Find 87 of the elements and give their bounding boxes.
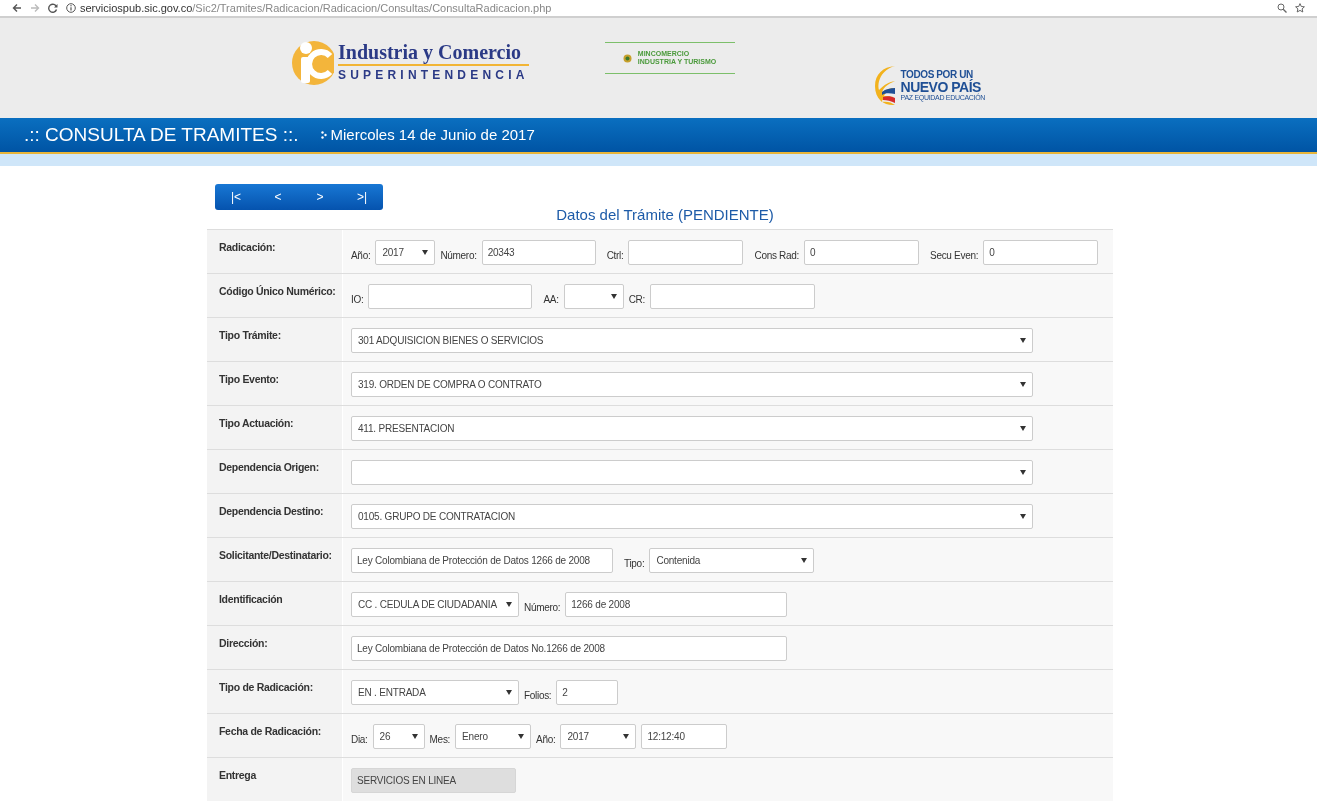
back-arrow-icon[interactable]: [12, 3, 22, 13]
field-label: Dia:: [351, 732, 368, 747]
star-icon[interactable]: [1295, 3, 1305, 13]
dropdown-field[interactable]: 411. PRESENTACION: [351, 415, 1033, 441]
url-path[interactable]: /Sic2/Tramites/Radicacion/Radicacion/Consultas/ConsultaRadicacion.php: [192, 1, 552, 14]
field-label: Fecha de Radicación:: [207, 713, 343, 757]
slogan-text: TODOS POR UN: [900, 70, 973, 81]
caret-icon: [506, 601, 512, 607]
input-field[interactable]: 20343: [481, 239, 596, 265]
dropdown-field[interactable]: CC . CEDULA DE CIUDADANIA: [351, 591, 519, 617]
field-label: Año:: [536, 732, 556, 747]
logo-title: Industria y Comercio: [338, 42, 529, 66]
ministry-seal-icon: [622, 53, 632, 63]
caret-icon: [422, 249, 429, 255]
field-label: Radicación:: [207, 229, 343, 273]
dropdown-field[interactable]: 0105. GRUPO DE CONTRATACION: [351, 503, 1033, 529]
caret-icon: [518, 733, 525, 739]
logo-subtitle: SUPERINTENDENCIA: [338, 67, 529, 84]
field-label: Folios:: [524, 688, 552, 703]
caret-icon: [801, 557, 808, 563]
dropdown-field[interactable]: EN . ENTRADA: [351, 679, 519, 705]
field-label: Tipo:: [624, 556, 645, 571]
field-label: Cons Rad:: [754, 248, 799, 263]
dropdown-field[interactable]: Enero: [455, 723, 532, 749]
field-label: IO:: [351, 292, 364, 307]
field-label: Ctrl:: [606, 248, 624, 263]
pager-button[interactable]: <: [257, 184, 299, 210]
input-field[interactable]: 12:12:40: [641, 723, 728, 749]
field-label: Dependencia Destino:: [207, 493, 343, 537]
caret-icon: [1020, 337, 1026, 343]
caret-icon: [1020, 469, 1026, 475]
input-field[interactable]: 0: [983, 239, 1099, 265]
field-label: Dirección:: [207, 625, 343, 669]
dropdown-field[interactable]: 2017: [560, 723, 637, 749]
reload-icon[interactable]: [48, 3, 58, 13]
input-field[interactable]: Ley Colombiana de Protección de Datos No.1266 de 2008: [351, 635, 787, 661]
pager-button[interactable]: >: [299, 184, 341, 210]
field-label: Año:: [351, 248, 371, 263]
slogan-text: NUEVO PAÍS: [900, 80, 981, 95]
caret-icon: [623, 733, 630, 739]
dropdown-field[interactable]: Contenida: [649, 547, 815, 573]
caret-icon: [411, 733, 418, 739]
current-date: Miercoles 14 de Junio de 2017: [330, 124, 535, 145]
dropdown-field[interactable]: 26: [372, 723, 425, 749]
zoom-icon[interactable]: [1277, 3, 1287, 13]
caret-icon: [1020, 513, 1026, 519]
field-label: Número:: [524, 600, 561, 615]
input-field[interactable]: [368, 283, 533, 309]
field-label: Dependencia Origen:: [207, 449, 343, 493]
flag-swoosh-icon: [872, 64, 897, 108]
dropdown-field[interactable]: 301 ADQUISICION BIENES O SERVICIOS: [351, 327, 1033, 353]
dropdown-field[interactable]: [563, 283, 624, 309]
pager-button[interactable]: |<: [215, 184, 257, 210]
page-title: .:: CONSULTA DE TRAMITES ::.: [24, 122, 299, 147]
input-field[interactable]: 0: [804, 239, 919, 265]
dropdown-field[interactable]: 319. ORDEN DE COMPRA O CONTRATO: [351, 371, 1033, 397]
field-label: Entrega: [207, 757, 343, 801]
dropdown-field[interactable]: [351, 459, 1033, 485]
url-host[interactable]: serviciospub.sic.gov.co: [80, 1, 193, 14]
caret-icon: [1020, 381, 1026, 387]
field-label: CR:: [628, 292, 645, 307]
caret-icon: [506, 689, 512, 695]
input-field[interactable]: Ley Colombiana de Protección de Datos 1266 de 2008: [351, 547, 613, 573]
field-label: Código Único Numérico:: [207, 273, 343, 317]
field-label: Número:: [440, 248, 477, 263]
input-field[interactable]: 2: [556, 679, 619, 705]
input-field[interactable]: 1266 de 2008: [565, 591, 788, 617]
readonly-field[interactable]: SERVICIOS EN LINEA: [351, 767, 516, 793]
field-label: AA:: [543, 292, 559, 307]
caret-icon: [1020, 425, 1026, 431]
field-label: Mes:: [429, 732, 451, 747]
field-label: Identificación: [207, 581, 343, 625]
field-label: Secu Even:: [930, 248, 979, 263]
field-label: Tipo Actuación:: [207, 405, 343, 449]
input-field[interactable]: [628, 239, 744, 265]
forward-arrow-icon[interactable]: [30, 3, 40, 13]
field-label: Solicitante/Destinatario:: [207, 537, 343, 581]
field-label: Tipo Evento:: [207, 361, 343, 405]
field-label: Tipo de Radicación:: [207, 669, 343, 713]
info-icon: [66, 3, 76, 13]
dropdown-field[interactable]: 2017: [375, 239, 436, 265]
caret-icon: [610, 293, 617, 299]
superintendence-emblem-icon: [290, 38, 334, 88]
pager-button[interactable]: >|: [341, 184, 383, 210]
field-label: Tipo Trámite:: [207, 317, 343, 361]
input-field[interactable]: [650, 283, 815, 309]
form-title: Datos del Trámite (PENDIENTE): [555, 205, 775, 225]
